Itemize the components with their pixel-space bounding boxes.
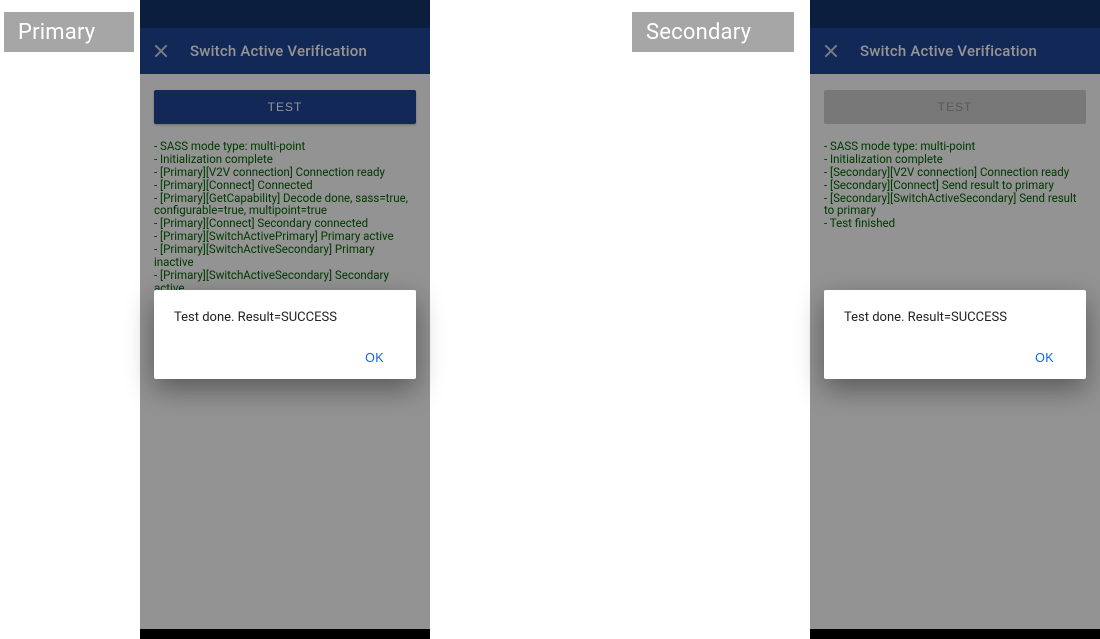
secondary-label: Secondary [632,12,794,52]
log-output-primary: - SASS mode type: multi-point- Initializ… [154,140,416,307]
dialog-message: Test done. Result=SUCCESS [844,310,1066,325]
test-button[interactable]: TEST [154,90,416,124]
log-line: - SASS mode type: multi-point [824,140,1086,153]
log-line: - [Primary][V2V connection] Connection r… [154,166,416,179]
close-icon[interactable] [824,44,838,58]
status-bar [140,0,430,28]
result-dialog: Test done. Result=SUCCESS OK [824,290,1086,379]
log-output-secondary: - SASS mode type: multi-point- Initializ… [824,140,1086,230]
log-line: - [Secondary][Connect] Send result to pr… [824,179,1086,192]
log-line: - [Primary][SwitchActiveSecondary] Prima… [154,243,416,269]
primary-label: Primary [4,12,134,52]
dialog-actions: OK [353,343,396,373]
dialog-ok-button[interactable]: OK [1023,343,1066,373]
status-bar [810,0,1100,28]
log-line: - Initialization complete [824,153,1086,166]
app-bar: Switch Active Verification [140,28,430,74]
app-bar-title: Switch Active Verification [860,42,1037,60]
close-icon[interactable] [154,44,168,58]
result-dialog: Test done. Result=SUCCESS OK [154,290,416,379]
bottom-nav [140,629,430,639]
dialog-actions: OK [1023,343,1066,373]
log-line: - Test finished [824,217,1086,230]
secondary-phone: Switch Active Verification TEST - SASS m… [810,0,1100,639]
log-line: - SASS mode type: multi-point [154,140,416,153]
log-line: - [Secondary][V2V connection] Connection… [824,166,1086,179]
dialog-ok-button[interactable]: OK [353,343,396,373]
log-line: - [Secondary][SwitchActiveSecondary] Sen… [824,192,1086,218]
log-line: - [Primary][GetCapability] Decode done, … [154,192,416,218]
primary-phone: Switch Active Verification TEST - SASS m… [140,0,430,639]
log-line: - Initialization complete [154,153,416,166]
app-bar-title: Switch Active Verification [190,42,367,60]
log-line: - [Primary][Connect] Connected [154,179,416,192]
test-button: TEST [824,90,1086,124]
dialog-message: Test done. Result=SUCCESS [174,310,396,325]
app-bar: Switch Active Verification [810,28,1100,74]
bottom-nav [810,629,1100,639]
